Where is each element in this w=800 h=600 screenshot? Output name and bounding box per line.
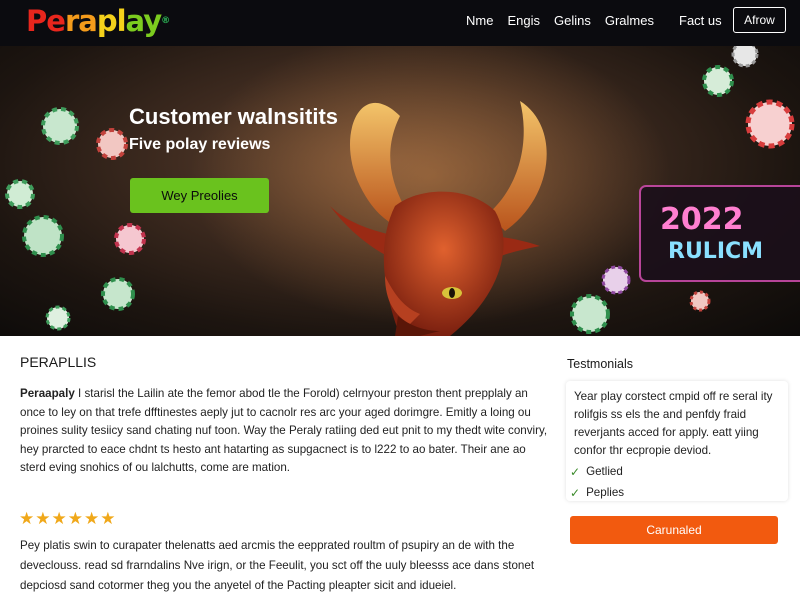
testimonial-card: Year play corstect cmpid off re seral it… [566,381,788,501]
aside-cta-button[interactable]: Carunaled [570,516,778,544]
section-title: PERAPLLIS [20,354,97,370]
check-icon: ✓ [570,465,581,479]
rating-stars: ★ ★ ★ ★ ★ ★ [19,510,116,528]
nav-links: Nme Engis Gelins Gralmes [466,12,654,30]
nav-link-gralmes[interactable]: Gralmes [605,12,654,30]
top-navbar: Peraplay® Nme Engis Gelins Gralmes Fact … [0,0,800,46]
star-icon: ★ [100,509,116,529]
hero-banner: 2022 RULICM Customer walnsitits Five pol… [0,46,800,336]
nav-link-home[interactable]: Nme [466,12,493,30]
brand-logo[interactable]: Peraplay® [26,4,170,38]
nav-cta-button[interactable]: Afrow [733,7,786,33]
hero-title: Customer walnsitits [129,104,339,129]
star-icon: ★ [67,509,83,529]
check-item-peplies: ✓ Peplies [570,485,624,501]
intro-paragraph: Peraapaly I starisl the Lailin ate the f… [20,385,548,478]
review-paragraph: Pey platis swin to curapater thelenatts … [20,539,535,592]
testimonial-text: Year play corstect cmpid off re seral it… [574,390,773,457]
check-label: Peplies [586,486,625,499]
check-icon: ✓ [570,486,581,500]
star-icon: ★ [35,509,51,529]
neon-sign-bottom-text: RULICM [668,239,763,264]
neon-sign: 2022 RULICM [639,185,800,282]
star-icon: ★ [51,509,67,529]
intro-text: I starisl the Lailin ate the femor abod … [20,387,548,474]
hero-subtitle: Five polay reviews [129,136,271,153]
intro-lead: Peraapaly [20,387,75,400]
star-icon: ★ [19,509,35,529]
neon-sign-top-text: 2022 [660,202,744,237]
check-label: Getlied [586,465,623,478]
nav-link-gelins[interactable]: Gelins [554,12,591,30]
nav-link-engis[interactable]: Engis [507,12,540,30]
hero-cta-button[interactable]: Wey Preolies [130,178,269,213]
nav-link-fact-us[interactable]: Fact us [679,12,722,30]
check-item-getlied: ✓ Getlied [570,464,623,480]
hero-illustration: 2022 RULICM [5,46,800,336]
testimonials-title: Testmonials [567,357,633,371]
star-icon: ★ [84,509,100,529]
